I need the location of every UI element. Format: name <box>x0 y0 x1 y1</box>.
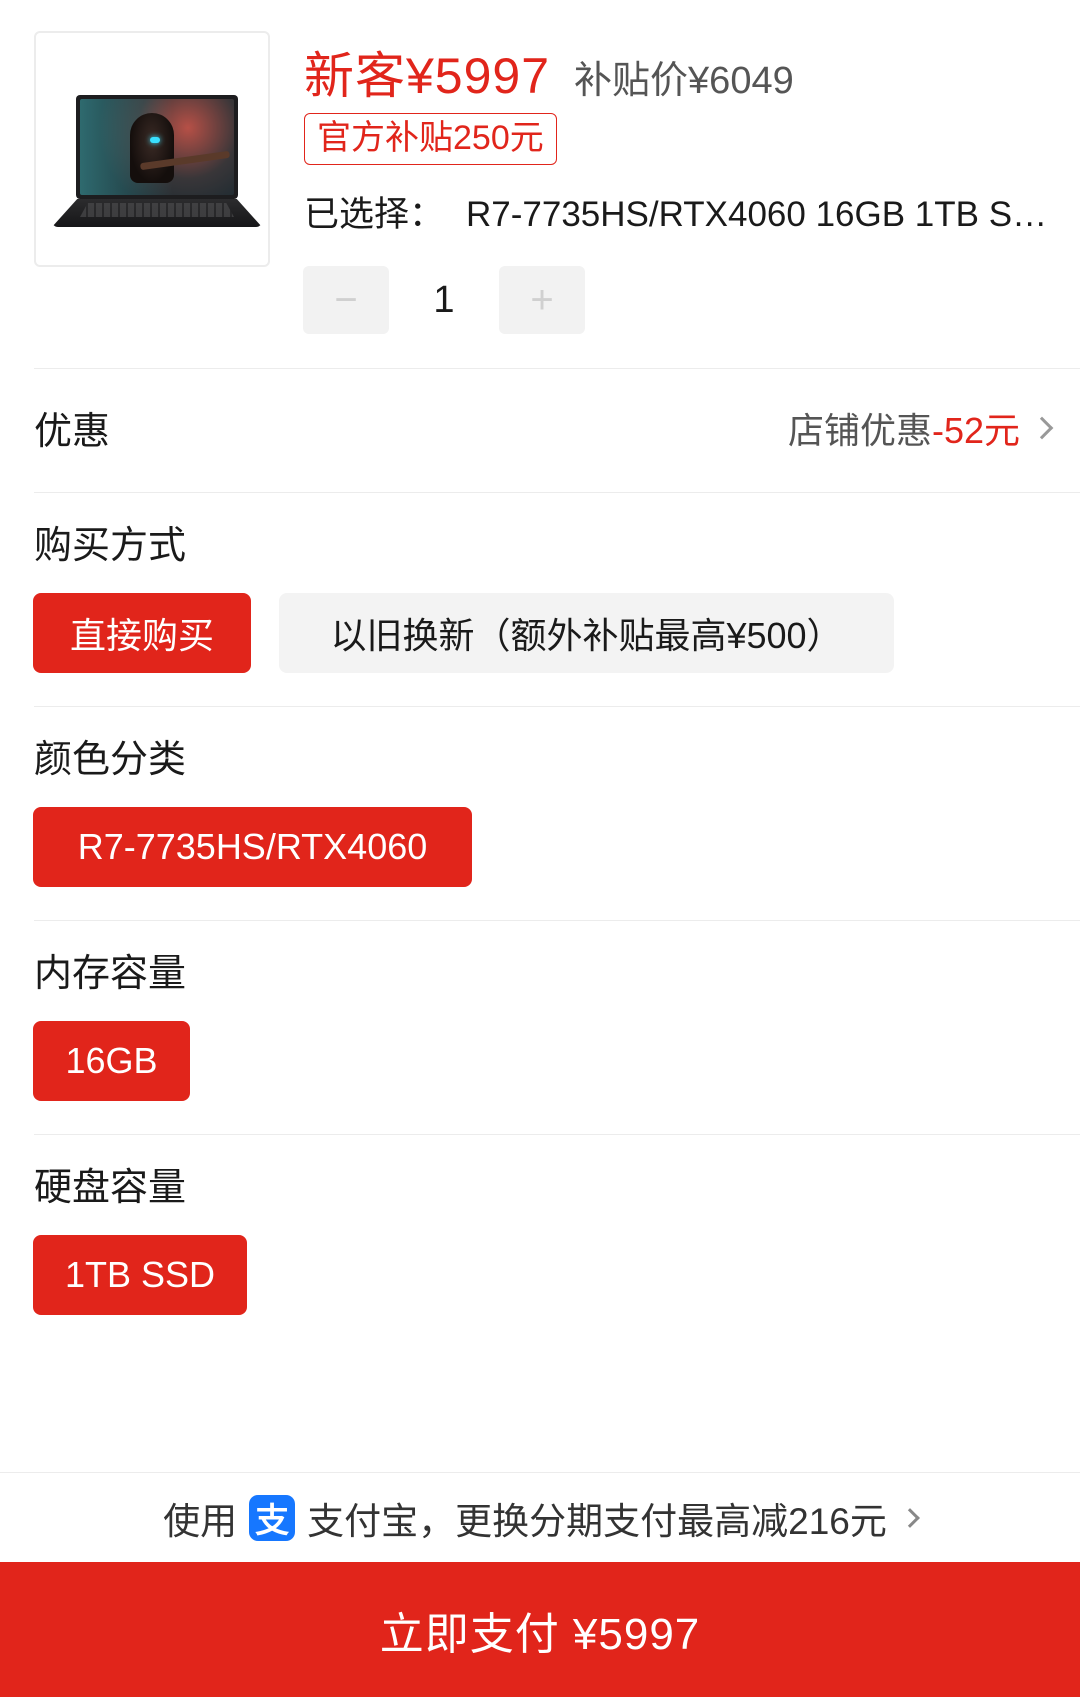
option-color-r7-rtx4060[interactable]: R7-7735HS/RTX4060 <box>33 807 472 887</box>
chevron-right-icon <box>899 1507 920 1528</box>
selected-label: 已选择： <box>304 195 445 234</box>
option-memory-16gb[interactable]: 16GB <box>33 1021 190 1101</box>
product-image[interactable] <box>34 31 270 267</box>
shop-discount-label: 店铺优惠 <box>787 409 932 451</box>
laptop-picture <box>42 59 262 239</box>
promo-title: 优惠 <box>34 411 111 453</box>
memory-capacity-title: 内存容量 <box>34 953 187 995</box>
purchase-method-title: 购买方式 <box>34 525 187 567</box>
option-storage-1tb-ssd[interactable]: 1TB SSD <box>33 1235 247 1315</box>
alipay-prefix: 使用 <box>163 1500 238 1542</box>
storage-capacity-title: 硬盘容量 <box>34 1167 187 1209</box>
divider <box>34 1134 1080 1135</box>
new-customer-price: 新客¥5997 <box>304 48 551 104</box>
price-row: 新客¥5997 补贴价¥6049 <box>304 36 794 108</box>
alipay-text: 支付宝，更换分期支付最高减216元 <box>307 1500 887 1542</box>
divider <box>34 706 1080 707</box>
decrease-button[interactable]: − <box>303 266 389 334</box>
alipay-icon: 支 <box>249 1494 296 1541</box>
alipay-installment-bar[interactable]: 使用 支 支付宝，更换分期支付最高减216元 <box>0 1472 1080 1562</box>
shop-discount-amount: -52元 <box>931 409 1020 451</box>
increase-button[interactable]: + <box>499 266 585 334</box>
selected-spec: 已选择： R7-7735HS/RTX4060 16GB 1TB SSD <box>304 186 1054 237</box>
divider <box>34 368 1080 369</box>
option-direct-buy[interactable]: 直接购买 <box>33 593 251 673</box>
chevron-right-icon <box>1030 416 1054 439</box>
promo-value: 店铺优惠 -52元 <box>787 402 1054 454</box>
official-subsidy-tag: 官方补贴250元 <box>304 113 557 165</box>
selected-value: R7-7735HS/RTX4060 16GB 1TB SSD <box>466 195 1054 234</box>
subsidy-price: 补贴价¥6049 <box>574 60 794 102</box>
option-trade-in[interactable]: 以旧换新（额外补贴最高¥500） <box>279 593 894 673</box>
color-category-title: 颜色分类 <box>34 739 187 781</box>
quantity-stepper: − 1 + <box>303 266 585 334</box>
promo-row[interactable]: 优惠 店铺优惠 -52元 <box>34 400 1054 455</box>
pay-now-button[interactable]: 立即支付 ¥5997 <box>0 1562 1080 1697</box>
divider <box>34 920 1080 921</box>
divider <box>34 492 1080 493</box>
quantity-value[interactable]: 1 <box>389 279 499 322</box>
